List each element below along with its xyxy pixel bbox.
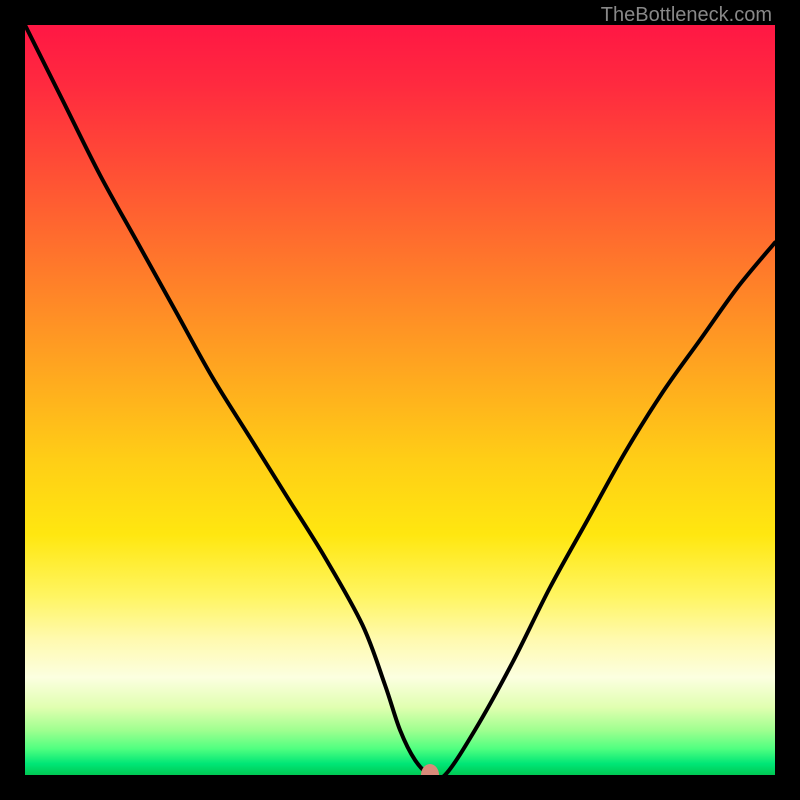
chart-container: TheBottleneck.com <box>0 0 800 800</box>
plot-area <box>25 25 775 775</box>
watermark-text: TheBottleneck.com <box>601 4 772 27</box>
bottleneck-curve-line <box>25 25 775 775</box>
curve-svg <box>25 25 775 775</box>
optimal-point-marker <box>421 764 439 775</box>
